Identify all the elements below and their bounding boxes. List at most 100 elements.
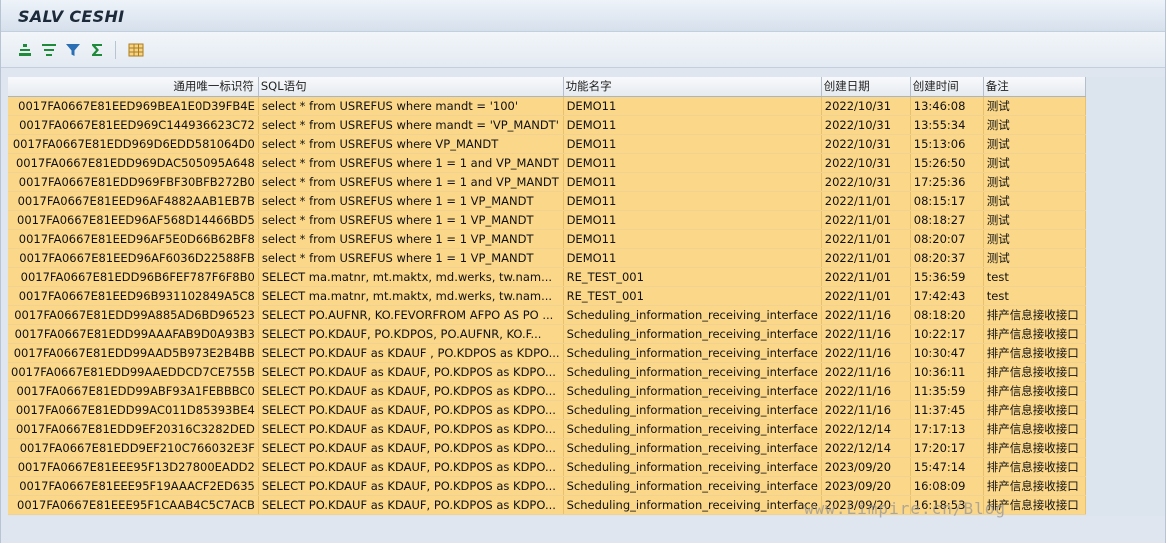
cell-created-date[interactable]: 2022/10/31 <box>821 153 911 173</box>
table-row[interactable]: 0017FA0667E81EDD969FBF30BFB272B0 select *… <box>8 172 1086 192</box>
cell-uuid[interactable]: 0017FA0667E81EDD9EF20316C3282DED <box>8 419 259 439</box>
cell-remark[interactable]: 排产信息接收接口 <box>983 400 1086 420</box>
cell-sql[interactable]: SELECT PO.KDAUF as KDAUF, PO.KDPOS as KD… <box>258 476 564 496</box>
cell-remark[interactable]: 测试 <box>983 191 1086 211</box>
column-header-created-time[interactable]: 创建时间 <box>910 77 984 97</box>
cell-uuid[interactable]: 0017FA0667E81EDD969FBF30BFB272B0 <box>8 172 259 192</box>
table-row[interactable]: 0017FA0667E81EED96AF6036D22588FB select *… <box>8 248 1086 268</box>
cell-uuid[interactable]: 0017FA0667E81EDD99AAAFAB9D0A93B3 <box>8 324 259 344</box>
cell-uuid[interactable]: 0017FA0667E81EED969BEA1E0D39FB4E <box>8 96 259 116</box>
cell-uuid[interactable]: 0017FA0667E81EDD99AAD5B973E2B4BB <box>8 343 259 363</box>
cell-function-name[interactable]: Scheduling_information_receiving_interfa… <box>563 476 822 496</box>
cell-function-name[interactable]: Scheduling_information_receiving_interfa… <box>563 438 822 458</box>
cell-uuid[interactable]: 0017FA0667E81EDD99A885AD6BD96523 <box>8 305 259 325</box>
cell-created-date[interactable]: 2022/11/16 <box>821 362 911 382</box>
cell-created-date[interactable]: 2022/11/16 <box>821 343 911 363</box>
cell-created-time[interactable]: 10:30:47 <box>910 343 984 363</box>
table-row[interactable]: 0017FA0667E81EED96AF568D14466BD5 select *… <box>8 210 1086 230</box>
cell-function-name[interactable]: Scheduling_information_receiving_interfa… <box>563 381 822 401</box>
cell-created-date[interactable]: 2022/11/01 <box>821 191 911 211</box>
cell-created-date[interactable]: 2022/12/14 <box>821 419 911 439</box>
cell-created-date[interactable]: 2022/11/16 <box>821 381 911 401</box>
cell-uuid[interactable]: 0017FA0667E81EED96AF4882AAB1EB7B <box>8 191 259 211</box>
cell-sql[interactable]: SELECT PO.KDAUF as KDAUF, PO.KDPOS as KD… <box>258 438 564 458</box>
cell-function-name[interactable]: Scheduling_information_receiving_interfa… <box>563 457 822 477</box>
table-row[interactable]: 0017FA0667E81EDD99AAD5B973E2B4BB SELECT P… <box>8 343 1086 363</box>
cell-remark[interactable]: 排产信息接收接口 <box>983 324 1086 344</box>
cell-uuid[interactable]: 0017FA0667E81EDD99AC011D85393BE4 <box>8 400 259 420</box>
cell-remark[interactable]: 测试 <box>983 248 1086 268</box>
cell-function-name[interactable]: DEMO11 <box>563 248 822 268</box>
cell-function-name[interactable]: Scheduling_information_receiving_interfa… <box>563 495 822 515</box>
cell-function-name[interactable]: Scheduling_information_receiving_interfa… <box>563 419 822 439</box>
cell-created-time[interactable]: 08:18:20 <box>910 305 984 325</box>
cell-function-name[interactable]: DEMO11 <box>563 229 822 249</box>
column-header-created-date[interactable]: 创建日期 <box>821 77 911 97</box>
cell-uuid[interactable]: 0017FA0667E81EEE95F13D27800EADD2 <box>8 457 259 477</box>
cell-remark[interactable]: 排产信息接收接口 <box>983 381 1086 401</box>
cell-created-time[interactable]: 08:20:37 <box>910 248 984 268</box>
cell-uuid[interactable]: 0017FA0667E81EEE95F1CAAB4C5C7ACB <box>8 495 259 515</box>
cell-uuid[interactable]: 0017FA0667E81EED969C144936623C72 <box>8 115 259 135</box>
cell-created-date[interactable]: 2022/11/01 <box>821 286 911 306</box>
cell-sql[interactable]: select * from USREFUS where VP_MANDT <box>258 134 564 154</box>
cell-remark[interactable]: 排产信息接收接口 <box>983 343 1086 363</box>
cell-created-time[interactable]: 08:15:17 <box>910 191 984 211</box>
table-row[interactable]: 0017FA0667E81EEE95F13D27800EADD2 SELECT P… <box>8 457 1086 477</box>
cell-remark[interactable]: 测试 <box>983 229 1086 249</box>
cell-sql[interactable]: SELECT PO.KDAUF as KDAUF , PO.KDPOS as K… <box>258 343 564 363</box>
cell-created-time[interactable]: 13:46:08 <box>910 96 984 116</box>
cell-created-date[interactable]: 2023/09/20 <box>821 476 911 496</box>
cell-uuid[interactable]: 0017FA0667E81EDD969D6EDD581064D0 <box>8 134 259 154</box>
cell-created-time[interactable]: 17:42:43 <box>910 286 984 306</box>
table-row[interactable]: 0017FA0667E81EDD9EF20316C3282DED SELECT P… <box>8 419 1086 439</box>
cell-created-date[interactable]: 2023/09/20 <box>821 457 911 477</box>
cell-created-date[interactable]: 2022/12/14 <box>821 438 911 458</box>
layout-button[interactable] <box>124 39 147 61</box>
cell-function-name[interactable]: DEMO11 <box>563 115 822 135</box>
cell-uuid[interactable]: 0017FA0667E81EDD96B6FEF787F6F8B0 <box>8 267 259 287</box>
cell-created-time[interactable]: 15:47:14 <box>910 457 984 477</box>
cell-function-name[interactable]: DEMO11 <box>563 96 822 116</box>
cell-created-date[interactable]: 2022/11/16 <box>821 305 911 325</box>
cell-created-time[interactable]: 10:22:17 <box>910 324 984 344</box>
alv-grid[interactable]: 通用唯一标识符 SQL语句 功能名字 创建日期 创建时间 备注 0017FA06… <box>8 77 1165 516</box>
cell-created-time[interactable]: 11:35:59 <box>910 381 984 401</box>
cell-sql[interactable]: SELECT PO.KDAUF as KDAUF, PO.KDPOS as KD… <box>258 419 564 439</box>
cell-remark[interactable]: 测试 <box>983 153 1086 173</box>
cell-uuid[interactable]: 0017FA0667E81EDD99ABF93A1FEBBBC0 <box>8 381 259 401</box>
cell-sql[interactable]: SELECT ma.matnr, mt.maktx, md.werks, tw.… <box>258 286 564 306</box>
cell-sql[interactable]: SELECT PO.KDAUF as KDAUF, PO.KDPOS as KD… <box>258 381 564 401</box>
cell-sql[interactable]: SELECT ma.matnr, mt.maktx, md.werks, tw.… <box>258 267 564 287</box>
table-row[interactable]: 0017FA0667E81EDD99AAAFAB9D0A93B3 SELECT P… <box>8 324 1086 344</box>
cell-created-date[interactable]: 2022/11/01 <box>821 210 911 230</box>
cell-created-time[interactable]: 08:20:07 <box>910 229 984 249</box>
table-row[interactable]: 0017FA0667E81EDD99AAEDDCD7CE755B SELECT P… <box>8 362 1086 382</box>
cell-created-time[interactable]: 17:25:36 <box>910 172 984 192</box>
column-header-sql[interactable]: SQL语句 <box>258 77 564 97</box>
table-row[interactable]: 0017FA0667E81EDD99A885AD6BD96523 SELECT P… <box>8 305 1086 325</box>
table-row[interactable]: 0017FA0667E81EED969BEA1E0D39FB4E select *… <box>8 96 1086 116</box>
filter-list-button[interactable] <box>37 39 60 61</box>
cell-remark[interactable]: 排产信息接收接口 <box>983 476 1086 496</box>
table-row[interactable]: 0017FA0667E81EDD99AC011D85393BE4 SELECT P… <box>8 400 1086 420</box>
sum-button[interactable] <box>85 39 108 61</box>
cell-remark[interactable]: 测试 <box>983 172 1086 192</box>
cell-uuid[interactable]: 0017FA0667E81EED96AF5E0D66B62BF8 <box>8 229 259 249</box>
cell-uuid[interactable]: 0017FA0667E81EEE95F19AAACF2ED635 <box>8 476 259 496</box>
cell-created-time[interactable]: 15:26:50 <box>910 153 984 173</box>
cell-uuid[interactable]: 0017FA0667E81EED96AF6036D22588FB <box>8 248 259 268</box>
cell-sql[interactable]: select * from USREFUS where 1 = 1 VP_MAN… <box>258 191 564 211</box>
cell-uuid[interactable]: 0017FA0667E81EED96B931102849A5C8 <box>8 286 259 306</box>
cell-created-date[interactable]: 2022/11/16 <box>821 324 911 344</box>
table-row[interactable]: 0017FA0667E81EEE95F19AAACF2ED635 SELECT P… <box>8 476 1086 496</box>
table-row[interactable]: 0017FA0667E81EED96AF5E0D66B62BF8 select *… <box>8 229 1086 249</box>
cell-sql[interactable]: select * from USREFUS where mandt = 'VP_… <box>258 115 564 135</box>
column-header-function-name[interactable]: 功能名字 <box>563 77 822 97</box>
cell-remark[interactable]: 测试 <box>983 115 1086 135</box>
cell-uuid[interactable]: 0017FA0667E81EED96AF568D14466BD5 <box>8 210 259 230</box>
cell-created-date[interactable]: 2022/11/16 <box>821 400 911 420</box>
cell-created-date[interactable]: 2022/10/31 <box>821 134 911 154</box>
cell-created-time[interactable]: 11:37:45 <box>910 400 984 420</box>
cell-created-time[interactable]: 17:17:13 <box>910 419 984 439</box>
